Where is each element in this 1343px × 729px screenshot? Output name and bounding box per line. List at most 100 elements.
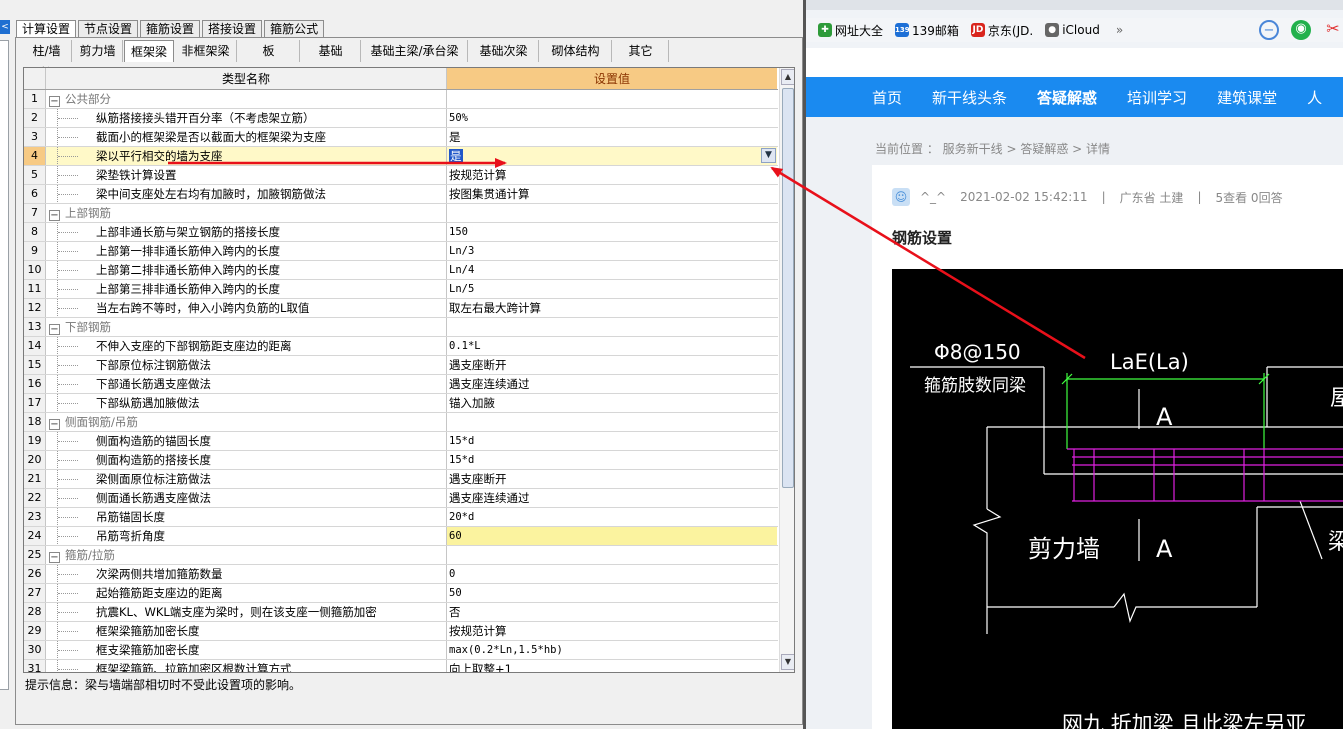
row-value-cell[interactable]: 遇支座连续通过 bbox=[447, 489, 777, 507]
table-row[interactable]: 2 纵筋搭接接头错开百分率（不考虑架立筋） 50% bbox=[24, 109, 778, 128]
table-row[interactable]: 4 梁以平行相交的墙为支座是 ▼ bbox=[24, 147, 778, 166]
row-value-cell[interactable]: 按规范计算 bbox=[447, 166, 777, 184]
table-row[interactable]: 20 侧面构造筋的搭接长度 15*d bbox=[24, 451, 778, 470]
table-row[interactable]: 23 吊筋锚固长度 20*d bbox=[24, 508, 778, 527]
tab-slab[interactable]: 板 bbox=[238, 40, 300, 62]
bookmark-item[interactable]: JD 京东(JD. bbox=[970, 22, 1033, 39]
row-value-cell[interactable]: 0.1*L bbox=[447, 337, 777, 355]
row-value-cell[interactable]: 20*d bbox=[447, 508, 777, 526]
group-row[interactable]: 25− 箍筋/拉筋 bbox=[24, 546, 778, 565]
tab-node-settings[interactable]: 节点设置 bbox=[78, 20, 139, 38]
table-row[interactable]: 30 框支梁箍筋加密长度 max(0.2*Ln,1.5*hb) bbox=[24, 641, 778, 660]
row-value-cell[interactable]: 15*d bbox=[447, 432, 777, 450]
row-value-cell[interactable]: 按图集贯通计算 bbox=[447, 185, 777, 203]
tab-shear-wall[interactable]: 剪力墙 bbox=[73, 40, 123, 62]
row-value-cell[interactable]: 是 bbox=[447, 128, 777, 146]
group-row[interactable]: 13− 下部钢筋 bbox=[24, 318, 778, 337]
row-name-cell: 下部原位标注钢筋做法 bbox=[46, 356, 447, 374]
dropdown-icon[interactable]: ▼ bbox=[761, 148, 776, 163]
collapse-toggle-icon[interactable]: − bbox=[49, 324, 60, 335]
table-row[interactable]: 3 截面小的框架梁是否以截面大的框架梁为支座 是 bbox=[24, 128, 778, 147]
table-row[interactable]: 19 侧面构造筋的锚固长度 15*d bbox=[24, 432, 778, 451]
nav-item[interactable]: 建筑课堂 bbox=[1217, 87, 1277, 108]
table-row[interactable]: 11 上部第三排非通长筋伸入跨内的长度 Ln/5 bbox=[24, 280, 778, 299]
table-row[interactable]: 26 次梁两侧共增加箍筋数量 0 bbox=[24, 565, 778, 584]
tools-icon[interactable]: ✂ bbox=[1323, 20, 1343, 40]
row-value-cell[interactable]: 50% bbox=[447, 109, 777, 127]
row-value-cell[interactable]: 取左右最大跨计算 bbox=[447, 299, 777, 317]
tab-foundation-main-beam[interactable]: 基础主梁/承台梁 bbox=[362, 40, 468, 62]
bookmark-item[interactable]: ✚ 网址大全 bbox=[818, 22, 883, 39]
table-row[interactable]: 29 框架梁箍筋加密长度 按规范计算 bbox=[24, 622, 778, 641]
table-row[interactable]: 5 梁垫铁计算设置 按规范计算 bbox=[24, 166, 778, 185]
table-row[interactable]: 6 梁中间支座处左右均有加腋时，加腋钢筋做法 按图集贯通计算 bbox=[24, 185, 778, 204]
row-value-cell[interactable]: 是 ▼ bbox=[447, 147, 777, 165]
scroll-up-icon[interactable]: ▲ bbox=[781, 69, 794, 85]
bookmark-item[interactable]: ● iCloud bbox=[1045, 23, 1100, 37]
collapse-toggle-icon[interactable]: − bbox=[49, 96, 60, 107]
group-row[interactable]: 7− 上部钢筋 bbox=[24, 204, 778, 223]
row-value-cell[interactable]: Ln/4 bbox=[447, 261, 777, 279]
row-value-cell[interactable]: 60 bbox=[447, 527, 777, 545]
group-row[interactable]: 1− 公共部分 bbox=[24, 90, 778, 109]
row-value-cell[interactable]: Ln/3 bbox=[447, 242, 777, 260]
tab-foundation[interactable]: 基础 bbox=[301, 40, 361, 62]
row-value-cell[interactable]: 15*d bbox=[447, 451, 777, 469]
group-row[interactable]: 18− 侧面钢筋/吊筋 bbox=[24, 413, 778, 432]
row-value-cell[interactable]: 遇支座断开 bbox=[447, 470, 777, 488]
tab-frame-beam[interactable]: 框架梁 bbox=[124, 40, 174, 62]
collapse-toggle-icon[interactable]: − bbox=[49, 210, 60, 221]
row-value-cell[interactable]: 150 bbox=[447, 223, 777, 241]
row-value-cell[interactable]: 50 bbox=[447, 584, 777, 602]
table-row[interactable]: 16 下部通长筋遇支座做法 遇支座连续通过 bbox=[24, 375, 778, 394]
avatar[interactable]: ☺ bbox=[892, 188, 910, 206]
post-author[interactable]: ^_^ bbox=[920, 190, 946, 204]
nav-item[interactable]: 答疑解惑 bbox=[1037, 87, 1097, 108]
tab-lap-settings[interactable]: 搭接设置 bbox=[202, 20, 263, 38]
tab-column-wall-column[interactable]: 柱/墙柱 bbox=[22, 40, 72, 80]
table-row[interactable]: 8 上部非通长筋与架立钢筋的搭接长度 150 bbox=[24, 223, 778, 242]
row-value-cell[interactable]: 锚入加腋 bbox=[447, 394, 777, 412]
collapse-toggle-icon[interactable]: − bbox=[49, 552, 60, 563]
nav-item[interactable]: 首页 bbox=[872, 87, 902, 108]
tab-other[interactable]: 其它 bbox=[613, 40, 669, 62]
row-value-cell[interactable]: Ln/5 bbox=[447, 280, 777, 298]
zoom-out-icon[interactable]: − bbox=[1259, 20, 1279, 40]
table-row[interactable]: 27 起始箍筋距支座边的距离 50 bbox=[24, 584, 778, 603]
table-row[interactable]: 15 下部原位标注钢筋做法 遇支座断开 bbox=[24, 356, 778, 375]
collapse-button[interactable]: < bbox=[0, 20, 10, 34]
row-value-cell[interactable]: max(0.2*Ln,1.5*hb) bbox=[447, 641, 777, 659]
nav-item[interactable]: 人 bbox=[1307, 87, 1322, 108]
table-row[interactable]: 24 吊筋弯折角度 60 bbox=[24, 527, 778, 546]
collapse-toggle-icon[interactable]: − bbox=[49, 419, 60, 430]
table-row[interactable]: 9 上部第一排非通长筋伸入跨内的长度 Ln/3 bbox=[24, 242, 778, 261]
tab-foundation-secondary-beam[interactable]: 基础次梁 bbox=[469, 40, 539, 62]
nav-item[interactable]: 新干线头条 bbox=[932, 87, 1007, 108]
row-value-cell[interactable]: 0 bbox=[447, 565, 777, 583]
extension-icon[interactable]: ◉ bbox=[1291, 20, 1311, 40]
table-row[interactable]: 21 梁侧面原位标注筋做法 遇支座断开 bbox=[24, 470, 778, 489]
scroll-down-icon[interactable]: ▼ bbox=[781, 654, 794, 670]
scroll-thumb[interactable] bbox=[782, 88, 794, 488]
row-value-cell[interactable]: 遇支座连续通过 bbox=[447, 375, 777, 393]
table-row[interactable]: 10 上部第二排非通长筋伸入跨内的长度 Ln/4 bbox=[24, 261, 778, 280]
row-value-cell[interactable]: 遇支座断开 bbox=[447, 356, 777, 374]
tab-stirrup-settings[interactable]: 箍筋设置 bbox=[140, 20, 201, 38]
tab-masonry[interactable]: 砌体结构 bbox=[540, 40, 612, 62]
row-value-cell[interactable]: 向上取整+1 bbox=[447, 660, 777, 672]
row-name-cell: − 侧面钢筋/吊筋 bbox=[46, 413, 447, 431]
row-value-cell[interactable]: 否 bbox=[447, 603, 777, 621]
nav-item[interactable]: 培训学习 bbox=[1127, 87, 1187, 108]
tab-stirrup-formula[interactable]: 箍筋公式 bbox=[264, 20, 325, 38]
table-row[interactable]: 22 侧面通长筋遇支座做法 遇支座连续通过 bbox=[24, 489, 778, 508]
table-row[interactable]: 31 框架梁箍筋、拉筋加密区根数计算方式 向上取整+1 bbox=[24, 660, 778, 672]
bookmarks-more-icon[interactable]: » bbox=[1116, 23, 1123, 37]
row-value-cell[interactable]: 按规范计算 bbox=[447, 622, 777, 640]
table-row[interactable]: 12 当左右跨不等时，伸入小跨内负筋的L取值 取左右最大跨计算 bbox=[24, 299, 778, 318]
table-row[interactable]: 28 抗震KL、WKL端支座为梁时，则在该支座一侧箍筋加密 否 bbox=[24, 603, 778, 622]
table-row[interactable]: 14 不伸入支座的下部钢筋距支座边的距离 0.1*L bbox=[24, 337, 778, 356]
vertical-scrollbar[interactable]: ▲ ▼ bbox=[779, 68, 794, 672]
bookmark-item[interactable]: 139 139邮箱 bbox=[895, 22, 959, 39]
table-row[interactable]: 17 下部纵筋遇加腋做法 锚入加腋 bbox=[24, 394, 778, 413]
tab-non-frame-beam[interactable]: 非框架梁 bbox=[175, 40, 237, 62]
